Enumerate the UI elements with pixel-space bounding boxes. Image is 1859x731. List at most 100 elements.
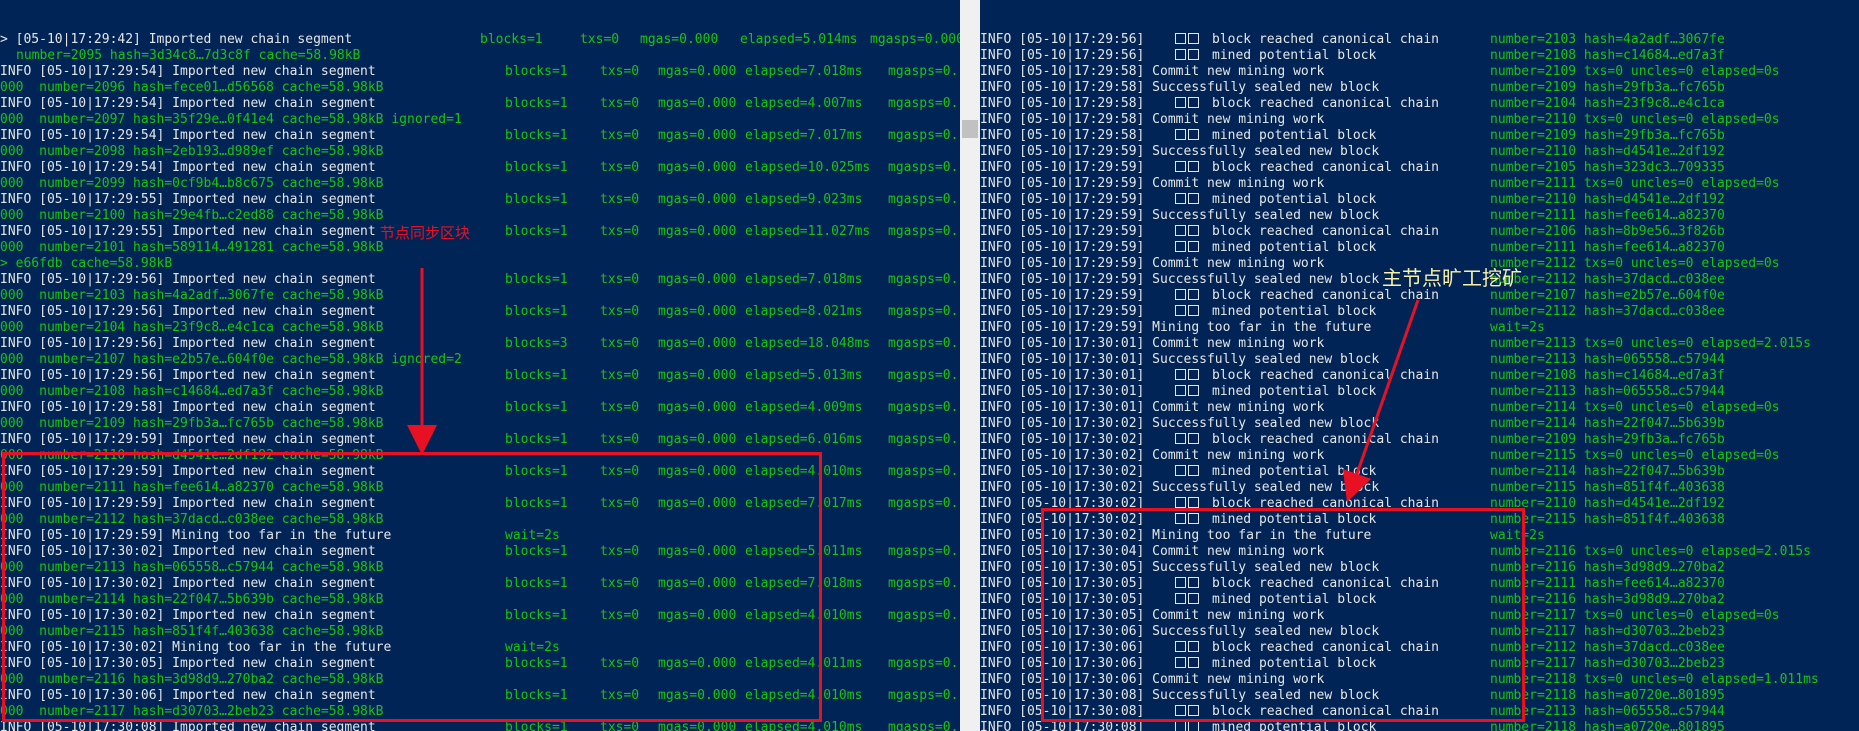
log-segment: mgasps=0. xyxy=(888,368,959,383)
glyph-box-icon xyxy=(1175,368,1201,384)
log-segment: block reached canonical chain xyxy=(1212,160,1439,175)
log-segment: INFO [05-10|17:29:58] xyxy=(980,96,1153,111)
log-segment: INFO [05-10|17:29:58] Commit new mining … xyxy=(980,112,1325,127)
log-segment: INFO [05-10|17:29:58] xyxy=(980,128,1153,143)
right-log-output: INFO [05-10|17:29:56] block reached cano… xyxy=(980,32,1859,731)
log-segment: mgas=0.000 xyxy=(658,368,737,383)
log-segment: INFO [05-10|17:30:01] Commit new mining … xyxy=(980,400,1325,415)
log-segment: block reached canonical chain xyxy=(1212,96,1439,111)
log-segment: INFO [05-10|17:30:06] xyxy=(980,640,1153,655)
log-segment: blocks=1 xyxy=(505,368,568,383)
glyph-box-icon xyxy=(1175,640,1201,656)
log-segment: number=2109 txs=0 uncles=0 elapsed=0s xyxy=(1490,64,1780,79)
log-line: INFO [05-10|17:30:05] Commit new mining … xyxy=(980,608,1859,624)
log-line: INFO [05-10|17:29:59] Imported new chain… xyxy=(0,496,960,512)
log-segment: INFO [05-10|17:30:08] xyxy=(980,720,1153,731)
log-line: 000 number=2100 hash=29e4fb…c2ed88 cache… xyxy=(0,208,960,224)
log-segment: INFO [05-10|17:29:59] xyxy=(980,224,1153,239)
log-segment: number=2116 txs=0 uncles=0 elapsed=2.015… xyxy=(1490,544,1811,559)
log-segment: elapsed=7.018ms xyxy=(745,272,863,287)
log-segment: INFO [05-10|17:30:02] Mining too far in … xyxy=(980,528,1372,543)
log-segment: 000 number=2098 hash=2eb193…d989ef cache… xyxy=(0,144,384,159)
log-segment: INFO [05-10|17:30:02] Successfully seale… xyxy=(980,480,1380,495)
log-segment: mgasps=0. xyxy=(888,576,959,591)
log-line: INFO [05-10|17:29:59] Imported new chain… xyxy=(0,464,960,480)
log-segment: INFO [05-10|17:29:59] Mining too far in … xyxy=(980,320,1372,335)
log-segment: mgas=0.000 xyxy=(658,656,737,671)
glyph-box-icon xyxy=(1175,288,1201,304)
log-segment: elapsed=4.010ms xyxy=(745,608,863,623)
log-segment: txs=0 xyxy=(600,224,640,239)
log-segment: blocks=1 xyxy=(505,304,568,319)
log-segment: INFO [05-10|17:29:54] Imported new chain… xyxy=(0,160,376,175)
log-segment: blocks=1 xyxy=(505,432,568,447)
log-segment: number=2113 txs=0 uncles=0 elapsed=2.015… xyxy=(1490,336,1811,351)
log-line: INFO [05-10|17:30:02] Successfully seale… xyxy=(980,416,1859,432)
glyph-box-icon xyxy=(1175,464,1201,480)
log-segment: number=2114 hash=22f047…5b639b xyxy=(1490,416,1725,431)
log-line: INFO [05-10|17:30:02] Imported new chain… xyxy=(0,608,960,624)
glyph-box-icon xyxy=(1175,656,1201,672)
log-segment: INFO [05-10|17:29:59] xyxy=(980,304,1153,319)
log-segment: number=2118 hash=a0720e…801895 xyxy=(1490,688,1725,703)
log-segment: number=2110 hash=d4541e…2df192 xyxy=(1490,144,1725,159)
log-line: INFO [05-10|17:29:59] mined potential bl… xyxy=(980,240,1859,256)
log-segment: blocks=1 xyxy=(505,128,568,143)
left-annotation-label: 节点同步区块 xyxy=(380,224,471,242)
log-segment: blocks=1 xyxy=(480,32,543,47)
log-segment: INFO [05-10|17:30:08] Imported new chain… xyxy=(0,720,376,731)
log-segment: INFO [05-10|17:30:02] Imported new chain… xyxy=(0,544,376,559)
log-line: 000 number=2115 hash=851f4f…403638 cache… xyxy=(0,624,960,640)
log-segment: INFO [05-10|17:30:08] xyxy=(980,704,1153,719)
log-segment: mined potential block xyxy=(1212,464,1377,479)
log-segment: mgas=0.000 xyxy=(658,304,737,319)
log-segment: number=2117 hash=d30703…2beb23 xyxy=(1490,656,1725,671)
log-segment: mined potential block xyxy=(1212,512,1377,527)
log-line: INFO [05-10|17:30:02] Imported new chain… xyxy=(0,576,960,592)
log-line: INFO [05-10|17:30:06] Imported new chain… xyxy=(0,688,960,704)
log-segment: number=2113 hash=065558…c57944 xyxy=(1490,704,1725,719)
log-segment: number=2116 hash=3d98d9…270ba2 xyxy=(1490,592,1725,607)
left-scrollbar-thumb[interactable] xyxy=(962,120,978,138)
log-line: INFO [05-10|17:29:58] Commit new mining … xyxy=(980,112,1859,128)
log-segment: mgas=0.000 xyxy=(658,400,737,415)
log-segment: number=2104 hash=23f9c8…e4c1ca xyxy=(1490,96,1725,111)
log-segment: INFO [05-10|17:29:59] Successfully seale… xyxy=(980,144,1380,159)
log-segment: mgas=0.000 xyxy=(658,576,737,591)
right-terminal-pane: INFO [05-10|17:29:56] block reached cano… xyxy=(980,0,1859,731)
log-segment: 000 number=2097 hash=35f29e…0f41e4 cache… xyxy=(0,112,462,127)
log-segment: txs=0 xyxy=(600,576,640,591)
log-segment: > [05-10|17:29:42] Imported new chain se… xyxy=(0,32,353,47)
log-segment: blocks=1 xyxy=(505,720,568,731)
log-segment: mgasps=0.000 xyxy=(870,32,960,47)
log-segment: txs=0 xyxy=(580,32,620,47)
log-segment: mined potential block xyxy=(1212,128,1377,143)
log-line: INFO [05-10|17:30:06] Successfully seale… xyxy=(980,624,1859,640)
glyph-box-icon xyxy=(1175,576,1201,592)
log-line: INFO [05-10|17:30:02] mined potential bl… xyxy=(980,512,1859,528)
log-line: 000 number=2117 hash=d30703…2beb23 cache… xyxy=(0,704,960,720)
log-segment: INFO [05-10|17:30:01] Commit new mining … xyxy=(980,336,1325,351)
log-line: INFO [05-10|17:30:02] Mining too far in … xyxy=(0,640,960,656)
log-segment: elapsed=18.048ms xyxy=(745,336,871,351)
log-line: INFO [05-10|17:29:56] mined potential bl… xyxy=(980,48,1859,64)
log-segment: blocks=1 xyxy=(505,656,568,671)
log-segment: mgas=0.000 xyxy=(658,272,737,287)
log-line: INFO [05-10|17:29:59] Commit new mining … xyxy=(980,176,1859,192)
log-segment: mgasps=0. xyxy=(888,432,959,447)
left-scrollbar[interactable] xyxy=(960,0,980,731)
log-segment: 000 number=2116 hash=3d98d9…270ba2 cache… xyxy=(0,672,384,687)
log-segment: mgasps=0. xyxy=(888,464,959,479)
log-line: INFO [05-10|17:29:58] mined potential bl… xyxy=(980,128,1859,144)
log-line: 000 number=2101 hash=589114…491281 cache… xyxy=(0,240,960,256)
log-segment: mined potential block xyxy=(1212,48,1377,63)
log-segment: mgasps=0. xyxy=(888,224,959,239)
log-line: INFO [05-10|17:29:59] mined potential bl… xyxy=(980,304,1859,320)
log-segment: 000 number=2104 hash=23f9c8…e4c1ca cache… xyxy=(0,320,384,335)
log-segment: INFO [05-10|17:29:54] Imported new chain… xyxy=(0,96,376,111)
log-line: 000 number=2109 hash=29fb3a…fc765b cache… xyxy=(0,416,960,432)
log-segment: INFO [05-10|17:29:56] Imported new chain… xyxy=(0,304,376,319)
log-segment: 000 number=2103 hash=4a2adf…3067fe cache… xyxy=(0,288,384,303)
log-line: INFO [05-10|17:29:59] block reached cano… xyxy=(980,160,1859,176)
log-segment: elapsed=4.009ms xyxy=(745,400,863,415)
